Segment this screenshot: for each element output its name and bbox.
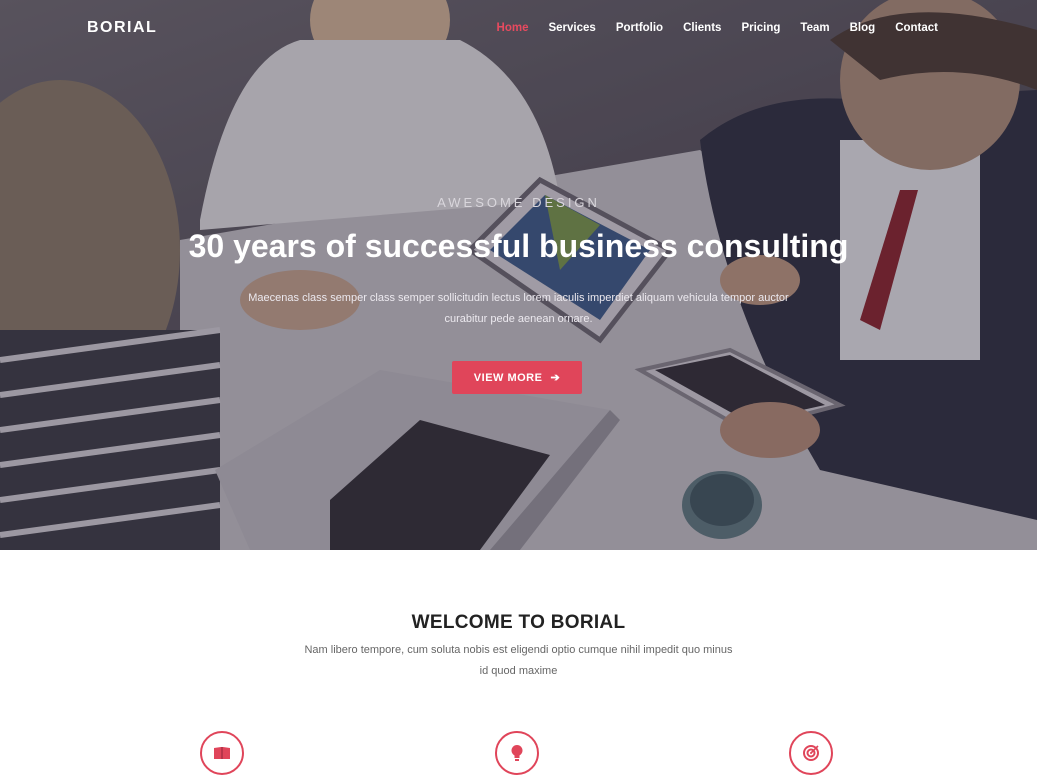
welcome-description: Nam libero tempore, cum soluta nobis est… — [304, 644, 733, 677]
target-icon — [803, 745, 819, 761]
feature-target-icon — [789, 731, 833, 775]
feature-book-icon — [200, 731, 244, 775]
nav-item-contact[interactable]: Contact — [895, 22, 938, 34]
arrow-right-icon: ➔ — [550, 372, 561, 384]
nav-item-portfolio[interactable]: Portfolio — [616, 22, 663, 34]
lightbulb-icon — [511, 745, 523, 761]
welcome-title: WELCOME TO BORIAL — [411, 612, 626, 633]
brand-logo[interactable]: BORIAL — [87, 19, 157, 37]
nav-item-team[interactable]: Team — [800, 22, 829, 34]
book-icon — [214, 747, 230, 759]
nav-item-blog[interactable]: Blog — [850, 22, 876, 34]
nav-item-home[interactable]: Home — [497, 22, 529, 34]
hero-title: 30 years of successful business consulti… — [188, 228, 849, 264]
nav-item-services[interactable]: Services — [548, 22, 595, 34]
nav-item-pricing[interactable]: Pricing — [741, 22, 780, 34]
navbar: BORIAL Home Services Portfolio Clients Prici… — [0, 0, 1037, 58]
hero-section: BORIAL Home Services Portfolio Clients Prici… — [0, 0, 1037, 550]
hero-overlay — [0, 0, 1037, 550]
view-more-button[interactable]: VIEW MORE ➔ — [452, 361, 582, 394]
hero-eyebrow: AWESOME DESIGN — [437, 195, 600, 210]
hero-description: Maecenas class semper class semper solli… — [248, 292, 789, 325]
feature-lightbulb-icon — [495, 731, 539, 775]
nav-item-clients[interactable]: Clients — [683, 22, 721, 34]
nav-menu: Home Services Portfolio Clients Pricing Team B… — [477, 22, 938, 34]
view-more-label: VIEW MORE — [473, 371, 543, 384]
